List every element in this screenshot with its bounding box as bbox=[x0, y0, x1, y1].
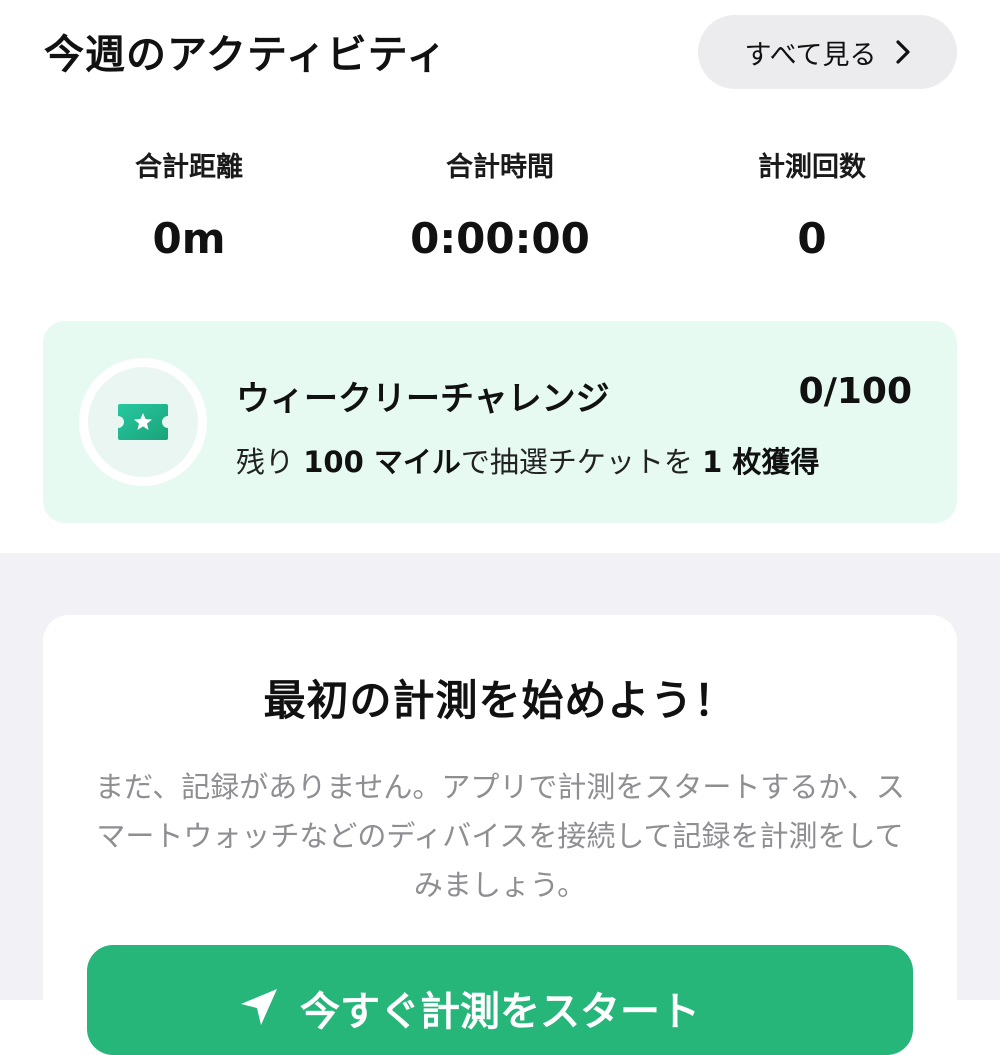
stat-label: 合計時間 bbox=[446, 152, 554, 183]
stat-label: 計測回数 bbox=[758, 152, 866, 183]
empty-state-title: 最初の計測を始めよう！ bbox=[263, 676, 737, 725]
ticket-star-icon bbox=[118, 404, 168, 440]
desc-reward: 1 枚獲得 bbox=[702, 445, 820, 479]
empty-state-description: まだ、記録がありません。アプリで計測をスタートするか、スマートウォッチなどのディ… bbox=[95, 770, 905, 902]
start-button-label: 今すぐ計測をスタート bbox=[300, 989, 700, 1035]
start-measurement-button[interactable]: 今すぐ計測をスタート bbox=[87, 945, 913, 1055]
stat-total-distance: 合計距離 0m bbox=[39, 148, 339, 264]
section-title: 今週のアクティビティ bbox=[44, 32, 448, 78]
desc-prefix: 残り bbox=[236, 445, 304, 479]
activity-section: 今週のアクティビティ すべて見る 合計距離 0m 合計時間 0:00:00 計測… bbox=[0, 0, 1000, 553]
stat-label: 合計距離 bbox=[135, 152, 243, 183]
chevron-right-icon bbox=[895, 40, 910, 64]
challenge-progress: 0/100 bbox=[798, 371, 912, 412]
stat-value: 0:00:00 bbox=[410, 214, 590, 263]
challenge-description: 残り 100 マイルで抽選チケットを 1 枚獲得 bbox=[236, 439, 819, 481]
empty-state-card: 最初の計測を始めよう！ まだ、記録がありません。アプリで計測をスタートするか、ス… bbox=[43, 615, 957, 1055]
stat-value: 0m bbox=[152, 214, 226, 263]
stat-session-count: 計測回数 0 bbox=[662, 148, 962, 264]
weekly-challenge-card[interactable]: ウィークリーチャレンジ 0/100 残り 100 マイルで抽選チケットを 1 枚… bbox=[43, 321, 957, 523]
desc-middle: で抽選チケットを bbox=[460, 445, 703, 479]
see-all-button[interactable]: すべて見る bbox=[698, 15, 957, 89]
stat-value: 0 bbox=[797, 214, 827, 263]
see-all-label: すべて見る bbox=[744, 39, 877, 71]
desc-miles: 100 マイル bbox=[303, 445, 461, 479]
stat-total-time: 合計時間 0:00:00 bbox=[350, 148, 650, 264]
challenge-title: ウィークリーチャレンジ bbox=[236, 379, 610, 419]
challenge-icon-badge bbox=[79, 358, 207, 486]
